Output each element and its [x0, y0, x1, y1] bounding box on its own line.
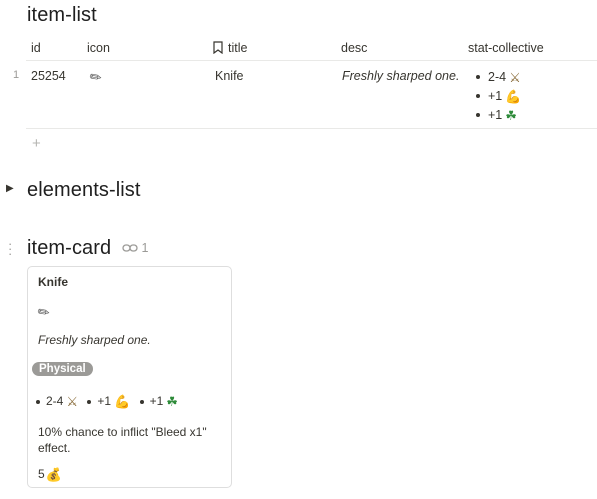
stat-luck: +1 — [149, 394, 164, 408]
col-stat-collective[interactable]: stat-collective — [468, 41, 544, 55]
col-desc[interactable]: desc — [341, 41, 367, 55]
clover-icon: ☘ — [505, 108, 517, 123]
physical-badge: Physical — [32, 361, 93, 376]
card-desc: Freshly sharped one. — [38, 333, 151, 347]
crossed-swords-icon: ⚔ — [66, 394, 78, 409]
stat-luck: +1 — [488, 108, 503, 122]
card-effect: 10% chance to inflict "Bleed x1" effect. — [38, 425, 207, 455]
stat-strength: +1 — [488, 89, 503, 103]
table-header: id icon title desc stat-collective — [26, 36, 597, 60]
toggle-triangle-icon[interactable]: ▶ — [6, 183, 14, 194]
card-stats: 2-4 ⚔ +1 💪 +1 ☘ — [30, 394, 178, 409]
col-id[interactable]: id — [31, 41, 41, 55]
add-row-button[interactable]: + — [32, 135, 41, 152]
list-item: +1 ☘ — [474, 107, 521, 126]
cell-title[interactable]: Knife — [215, 69, 244, 83]
item-card[interactable]: Knife ✎ Freshly sharped one. Physical 2-… — [27, 266, 232, 488]
item-table: id icon title desc stat-collective 1 252… — [13, 36, 597, 129]
knife-icon: ✎ — [34, 302, 53, 323]
card-title: Knife — [38, 275, 68, 289]
crossed-swords-icon: ⚔ — [509, 70, 521, 85]
cell-stat-collective[interactable]: 2-4 ⚔ +1 💪 +1 ☘ — [474, 69, 521, 126]
stat-strength: +1 — [97, 394, 112, 408]
stat-damage: 2-4 — [46, 394, 64, 408]
card-price: 5💰 — [38, 467, 62, 482]
item-list-heading: item-list — [27, 4, 97, 26]
col-icon[interactable]: icon — [87, 41, 110, 55]
row-number: 1 — [13, 69, 20, 81]
cell-id[interactable]: 25254 — [31, 69, 66, 83]
list-item: 2-4 ⚔ — [474, 69, 521, 88]
bookmark-icon — [213, 41, 223, 57]
col-title[interactable]: title — [213, 41, 247, 57]
table-row[interactable]: 1 25254 ✎ Knife Freshly sharped one. 2-4… — [13, 61, 597, 129]
money-bag-icon: 💰 — [45, 467, 62, 482]
drag-handle-icon[interactable]: · · · — [8, 237, 12, 260]
knife-icon[interactable]: ✎ — [86, 67, 105, 87]
row-divider — [26, 128, 597, 129]
flexed-biceps-icon: 💪 — [114, 394, 131, 409]
elements-list-heading[interactable]: elements-list — [27, 179, 141, 202]
col-title-label: title — [228, 41, 248, 55]
cell-desc[interactable]: Freshly sharped one. — [342, 69, 459, 83]
backlink-count: 1 — [141, 241, 149, 255]
price-value: 5 — [38, 467, 45, 481]
backlinks[interactable]: 1 — [122, 241, 148, 256]
list-item: +1 💪 — [474, 88, 521, 107]
item-card-heading: item-card — [27, 237, 112, 259]
link-icon — [122, 242, 138, 256]
stat-damage: 2-4 — [488, 70, 507, 84]
flexed-biceps-icon: 💪 — [505, 89, 522, 104]
clover-icon: ☘ — [166, 394, 178, 409]
